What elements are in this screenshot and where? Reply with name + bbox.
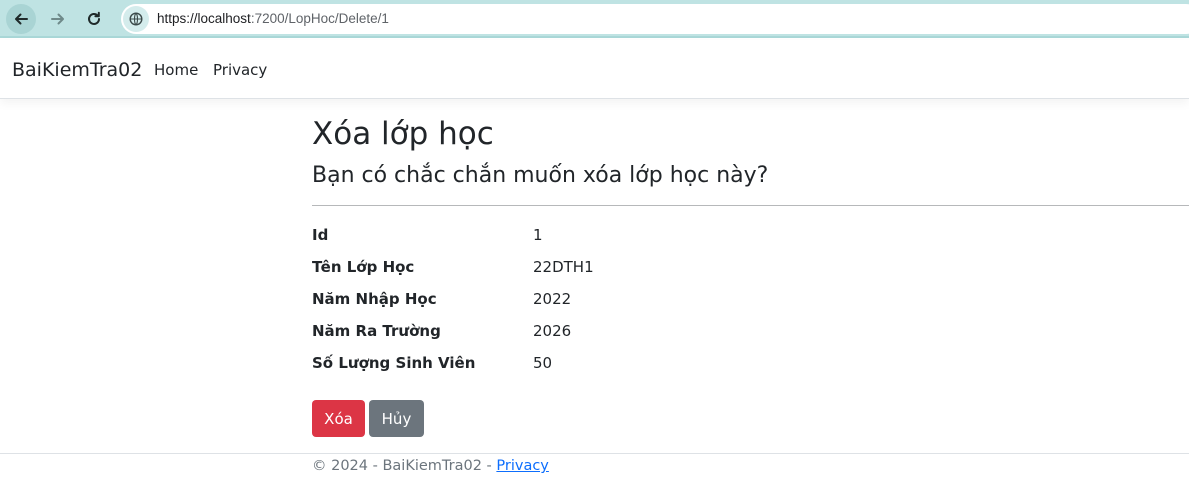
url-text[interactable]: https://localhost:7200/LopHoc/Delete/1 — [157, 11, 389, 26]
detail-label: Năm Nhập Học — [312, 290, 437, 308]
detail-label: Tên Lớp Học — [312, 258, 415, 276]
detail-label: Năm Ra Trường — [312, 322, 441, 340]
footer: © 2024 - BaiKiemTra02 - Privacy — [0, 453, 1189, 489]
navbar-brand[interactable]: BaiKiemTra02 — [12, 59, 142, 81]
footer-privacy-link[interactable]: Privacy — [496, 458, 549, 474]
detail-label: Id — [312, 226, 329, 244]
detail-label: Số Lượng Sinh Viên — [312, 354, 476, 372]
url-path: :7200/LopHoc/Delete/1 — [250, 11, 389, 26]
detail-row-nam-ra-truong: Năm Ra Trường 2026 — [312, 322, 1189, 346]
page-title: Xóa lớp học — [312, 116, 494, 152]
url-host: https://localhost — [157, 11, 251, 26]
cancel-button[interactable]: Hủy — [369, 400, 424, 437]
site-info-icon — [129, 12, 143, 26]
detail-row-nam-nhap-hoc: Năm Nhập Học 2022 — [312, 290, 1189, 314]
arrow-left-icon — [15, 13, 28, 25]
detail-value: 1 — [533, 226, 543, 244]
footer-text: © 2024 - BaiKiemTra02 - Privacy — [312, 458, 549, 474]
detail-value: 50 — [533, 354, 553, 372]
reload-icon — [88, 11, 100, 25]
detail-value: 2026 — [533, 322, 572, 340]
detail-row-ten-lop-hoc: Tên Lớp Học 22DTH1 — [312, 258, 1189, 282]
forward-button[interactable] — [43, 4, 73, 34]
detail-value: 2022 — [533, 290, 572, 308]
arrow-right-icon — [51, 13, 64, 25]
delete-button[interactable]: Xóa — [312, 400, 365, 437]
detail-row-so-luong-sinh-vien: Số Lượng Sinh Viên 50 — [312, 354, 1189, 378]
detail-row-id: Id 1 — [312, 226, 1189, 250]
nav-link-home[interactable]: Home — [154, 61, 198, 79]
back-button[interactable] — [6, 4, 36, 34]
address-bar[interactable]: https://localhost:7200/LopHoc/Delete/1 — [121, 4, 1189, 34]
reload-button[interactable] — [79, 4, 109, 34]
navbar: BaiKiemTra02 Home Privacy — [0, 40, 1189, 99]
nav-link-privacy[interactable]: Privacy — [213, 61, 267, 79]
divider — [312, 205, 1189, 206]
detail-value: 22DTH1 — [533, 258, 594, 276]
site-info-button[interactable] — [123, 6, 149, 32]
page-subtitle: Bạn có chắc chắn muốn xóa lớp học này? — [312, 163, 769, 188]
footer-copyright: © 2024 - BaiKiemTra02 - — [312, 458, 497, 474]
browser-toolbar: https://localhost:7200/LopHoc/Delete/1 — [0, 0, 1189, 38]
